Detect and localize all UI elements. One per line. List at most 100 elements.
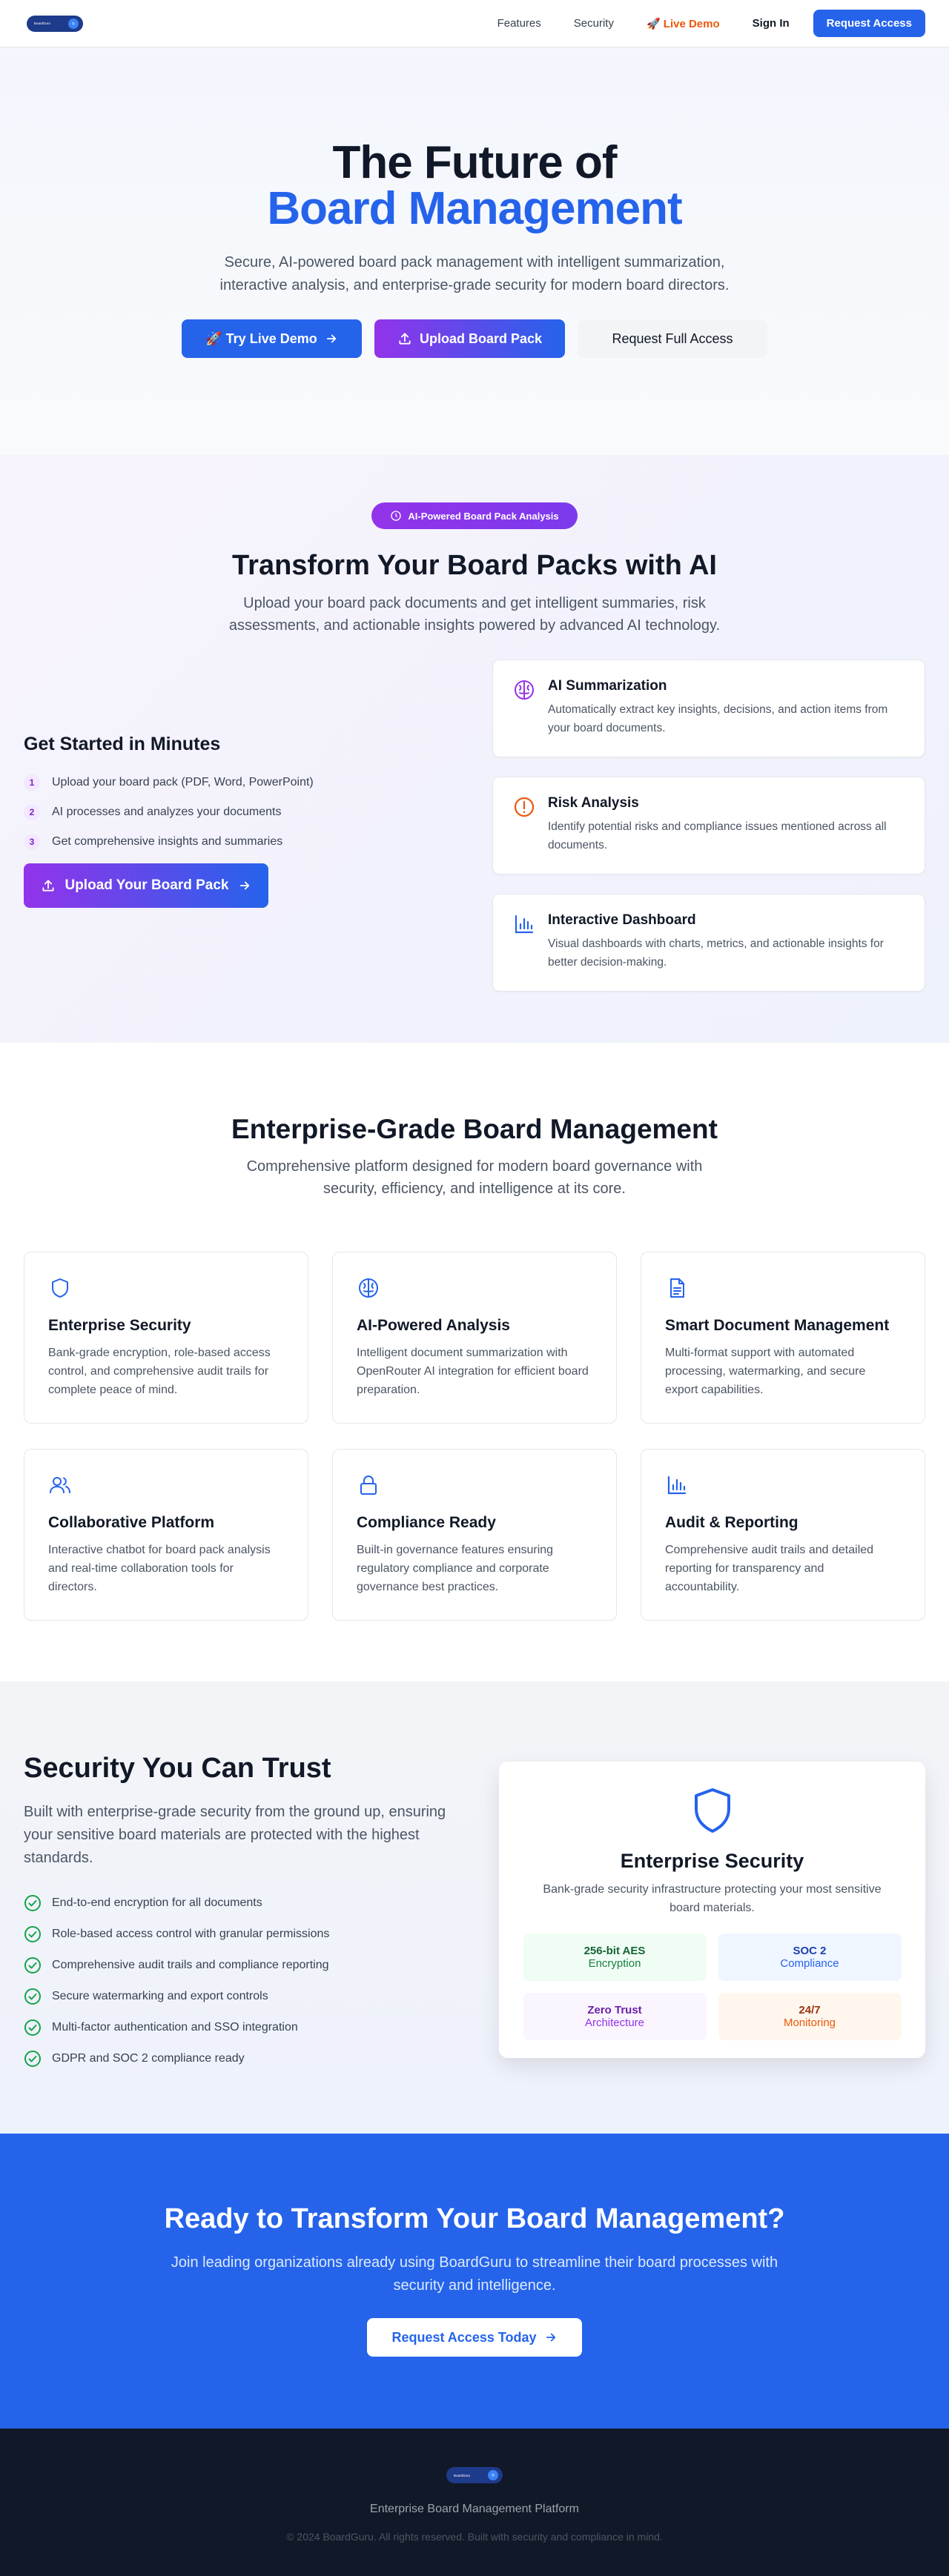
enterprise-security-card: Enterprise Security Bank-grade security … [499,1762,925,2058]
ai-badge: AI-Powered Board Pack Analysis [371,502,578,529]
features-section: Enterprise-Grade Board Management Compre… [0,1043,949,1682]
upload-your-board-pack-button[interactable]: Upload Your Board Pack [24,863,268,908]
ai-card-text: Visual dashboards with charts, metrics, … [548,937,884,969]
document-icon [670,1278,684,1298]
stat-label: Compliance [780,1957,839,1970]
stat-value: SOC 2 [793,1945,827,1957]
security-section: Security You Can Trust Built with enterp… [0,1682,949,2134]
features-grid: Enterprise Security Bank-grade encryptio… [24,1252,925,1621]
feature-text: Comprehensive audit trails and detailed … [665,1544,874,1593]
check-circle-icon [24,2051,41,2067]
footer-logo[interactable]: BoardGuru ◎ [446,2467,503,2483]
check-circle-icon [24,1895,41,1911]
arrow-right-icon [326,334,336,343]
top-nav: BoardGuru ◎ Features Security 🚀 Live Dem… [0,0,949,47]
cta-title: Ready to Transform Your Board Management… [164,2203,785,2234]
check-circle-icon [24,1988,41,2005]
check-item: Role-based access control with granular … [24,1919,454,1950]
brain-icon [515,680,534,700]
check-text: Multi-factor authentication and SSO inte… [52,2021,298,2034]
ai-badge-label: AI-Powered Board Pack Analysis [408,510,559,522]
security-details: Security You Can Trust Built with enterp… [24,1753,454,2074]
nav-link-features[interactable]: Features [481,17,558,30]
cta-section: Ready to Transform Your Board Management… [0,2134,949,2429]
check-item: End-to-end encryption for all documents [24,1888,454,1919]
check-circle-icon [24,2019,41,2036]
step-number: 1 [24,774,40,791]
feature-text: Interactive chatbot for board pack analy… [48,1544,271,1593]
ai-card-title: Risk Analysis [548,795,639,811]
hero-title-line2: Board Management [267,183,682,234]
check-text: End-to-end encryption for all documents [52,1896,262,1909]
stat-encryption: 256-bit AES Encryption [523,1933,707,1981]
sparkle-icon [391,511,402,521]
upload-your-board-pack-label: Upload Your Board Pack [65,877,229,893]
request-access-today-button[interactable]: Request Access Today [367,2318,582,2357]
security-card-text: Bank-grade security infrastructure prote… [543,1883,882,1914]
hero-subtitle: Secure, AI-powered board pack management… [219,254,730,293]
request-full-access-button[interactable]: Request Full Access [578,319,767,358]
brain-icon [359,1278,378,1298]
ai-card-text: Automatically extract key insights, deci… [548,703,888,734]
step-number: 2 [24,804,40,820]
nav-link-live-demo[interactable]: 🚀 Live Demo [630,17,736,30]
footer-tagline: Enterprise Board Management Platform [370,2503,579,2515]
nav-link-security[interactable]: Security [558,17,630,30]
feature-title: Audit & Reporting [665,1514,798,1531]
stat-compliance: SOC 2 Compliance [718,1933,902,1981]
feature-card: Collaborative Platform Interactive chatb… [24,1449,308,1621]
security-card-title: Enterprise Security [620,1850,804,1872]
nav-links: Features Security 🚀 Live Demo Sign In Re… [481,10,925,37]
ai-card-summarization: AI Summarization Automatically extract k… [492,660,925,757]
security-checklist: End-to-end encryption for all documents … [24,1888,454,2074]
step-item: 2 AI processes and analyzes your documen… [24,804,439,820]
logo-mark-icon: ◎ [68,18,79,29]
footer-copyright: © 2024 BoardGuru. All rights reserved. B… [286,2531,663,2543]
hero-section: The Future of Board Management Secure, A… [0,47,949,455]
check-item: Multi-factor authentication and SSO inte… [24,2012,454,2043]
try-live-demo-label: 🚀 Try Live Demo [205,331,317,346]
get-started-panel: Get Started in Minutes 1 Upload your boa… [24,734,439,908]
feature-text: Intelligent document summarization with … [357,1347,589,1396]
feature-card: AI-Powered Analysis Intelligent document… [332,1252,617,1424]
ai-card-title: AI Summarization [548,678,667,694]
upload-icon [42,880,55,892]
feature-card: Smart Document Management Multi-format s… [641,1252,925,1424]
arrow-right-icon [546,2333,555,2342]
chart-icon [667,1475,687,1495]
stat-value: 24/7 [798,2004,821,2016]
ai-card-text: Identify potential risks and compliance … [548,820,887,852]
request-access-button[interactable]: Request Access [813,10,925,37]
ai-card-title: Interactive Dashboard [548,912,696,928]
ai-subtitle: Upload your board pack documents and get… [228,595,721,634]
ai-title: Transform Your Board Packs with AI [232,550,717,581]
footer: BoardGuru ◎ Enterprise Board Management … [0,2429,949,2576]
security-title: Security You Can Trust [24,1753,331,1784]
ai-card-dashboard: Interactive Dashboard Visual dashboards … [492,894,925,992]
upload-board-pack-label: Upload Board Pack [419,331,543,346]
stat-label: Monitoring [783,2016,836,2029]
security-stats: 256-bit AES Encryption SOC 2 Compliance … [523,1933,902,2040]
shield-icon [52,1278,68,1298]
steps-list: 1 Upload your board pack (PDF, Word, Pow… [24,774,439,850]
try-live-demo-button[interactable]: 🚀 Try Live Demo [182,319,362,358]
logo-text: BoardGuru [454,2473,471,2477]
upload-board-pack-button[interactable]: Upload Board Pack [374,319,565,358]
get-started-title: Get Started in Minutes [24,734,221,754]
step-item: 3 Get comprehensive insights and summari… [24,834,439,850]
logo[interactable]: BoardGuru ◎ [27,15,83,32]
check-item: Secure watermarking and export controls [24,1981,454,2012]
feature-title: Smart Document Management [665,1317,890,1334]
feature-title: Collaborative Platform [48,1514,215,1531]
check-text: Comprehensive audit trails and complianc… [52,1959,329,1971]
hero-title: The Future of Board Management [0,140,949,232]
check-circle-icon [24,1957,41,1974]
sign-in-link[interactable]: Sign In [736,17,813,30]
feature-text: Bank-grade encryption, role-based access… [48,1347,271,1396]
feature-title: Enterprise Security [48,1317,191,1334]
security-subtitle: Built with enterprise-grade security fro… [24,1804,446,1866]
users-icon [50,1477,70,1493]
alert-icon [514,797,535,817]
cta-text: Join leading organizations already using… [171,2254,778,2294]
logo-text: BoardGuru [34,21,51,25]
